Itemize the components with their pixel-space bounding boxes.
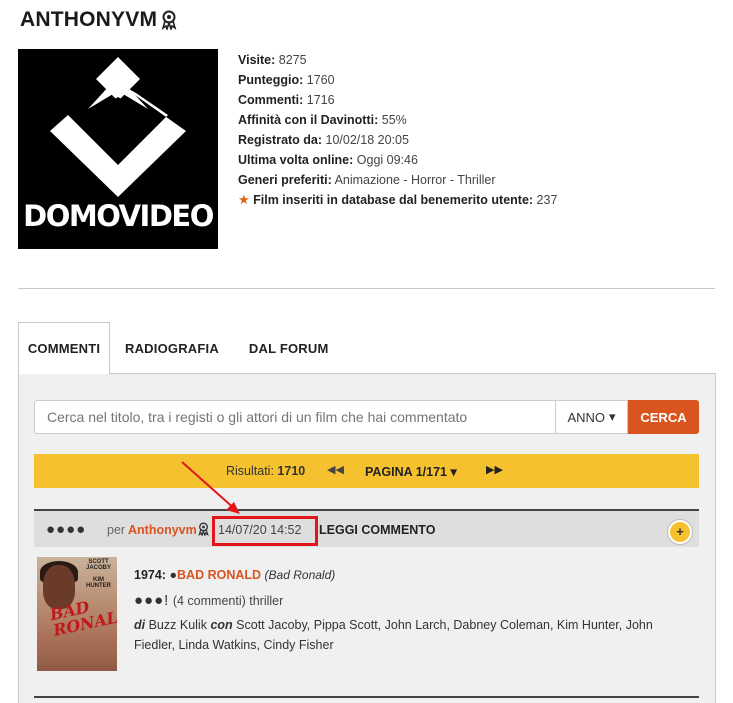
year-dropdown-label: ANNO bbox=[567, 409, 606, 425]
expand-plus-icon[interactable]: + bbox=[668, 520, 692, 544]
star-icon: ★ bbox=[238, 192, 250, 207]
film-poster[interactable]: SCOTT JACOBY KIM HUNTER BAD RONALD bbox=[37, 557, 117, 671]
divider bbox=[18, 288, 715, 289]
prev-page-icon[interactable]: ◀◀ bbox=[327, 463, 344, 476]
stat-ultima-online: Ultima volta online: Oggi 09:46 bbox=[238, 153, 418, 167]
profile-info: Visite: 8275 Punteggio: 1760 Commenti: 1… bbox=[238, 50, 557, 210]
film-title-link[interactable]: BAD RONALD bbox=[177, 568, 261, 582]
year-dropdown[interactable]: ANNO ▾ bbox=[555, 400, 628, 434]
film-meta-row: ●●●! (4 commenti) thriller bbox=[134, 591, 694, 611]
stat-registrato: Registrato da: 10/02/18 20:05 bbox=[238, 133, 409, 147]
film-title-row: 1974: ●BAD RONALD (Bad Ronald) bbox=[134, 565, 694, 585]
film-original-title: (Bad Ronald) bbox=[264, 568, 336, 582]
tab-connector bbox=[19, 372, 109, 374]
stat-affinita: Affinità con il Davinotti: 55% bbox=[238, 113, 407, 127]
stat-punteggio: Punteggio: 1760 bbox=[238, 73, 335, 87]
poster-credits: SCOTT JACOBY KIM HUNTER bbox=[85, 559, 111, 589]
stat-visite: Visite: 8275 bbox=[238, 53, 307, 67]
tab-dal-forum[interactable]: DAL FORUM bbox=[234, 322, 344, 374]
search-input[interactable] bbox=[34, 400, 556, 434]
profile-tabs: COMMENTI RADIOGRAFIA DAL FORUM bbox=[18, 322, 343, 374]
bullet-icon: ● bbox=[169, 568, 178, 582]
logo-text: DOMOVIDEO bbox=[23, 199, 214, 233]
stat-generi: Generi preferiti: Animazione - Horror - … bbox=[238, 173, 496, 187]
search-button[interactable]: CERCA bbox=[628, 400, 699, 434]
read-comment-link[interactable]: LEGGI COMMENTO bbox=[319, 523, 435, 537]
profile-title: ANTHONYVM bbox=[20, 8, 177, 32]
film-year: 1974: bbox=[134, 568, 166, 582]
film-credits: di Buzz Kulik con Scott Jacoby, Pippa Sc… bbox=[134, 618, 653, 652]
stat-film-inseriti: ★ Film inseriti in database dal benemeri… bbox=[238, 192, 558, 207]
film-comments-info: (4 commenti) thriller bbox=[172, 594, 284, 608]
film-rating: ●●●! bbox=[134, 592, 170, 609]
comment-rating: ●●●● bbox=[46, 521, 87, 538]
film-info: 1974: ●BAD RONALD (Bad Ronald) ●●●! (4 c… bbox=[134, 565, 694, 655]
page-selector[interactable]: PAGINA 1/171 ▾ bbox=[365, 464, 457, 479]
results-count: Risultati: 1710 bbox=[226, 464, 306, 478]
caret-down-icon: ▾ bbox=[609, 409, 616, 424]
film-director: Buzz Kulik bbox=[148, 618, 207, 632]
pagination-bar: Risultati: 1710 ◀◀ PAGINA 1/171 ▾ ▶▶ bbox=[34, 454, 699, 488]
award-ribbon-icon bbox=[161, 10, 177, 30]
domovideo-logo: DOMOVIDEO bbox=[18, 49, 218, 249]
tab-radiografia[interactable]: RADIOGRAFIA bbox=[110, 322, 234, 374]
tab-commenti[interactable]: COMMENTI bbox=[18, 322, 110, 374]
comment-header: ●●●● per Anthonyvm 14/07/20 14:52 LEGGI … bbox=[34, 509, 699, 547]
next-page-icon[interactable]: ▶▶ bbox=[486, 463, 503, 476]
stat-commenti: Commenti: 1716 bbox=[238, 93, 335, 107]
by-label: per bbox=[107, 523, 126, 537]
award-ribbon-icon bbox=[198, 522, 209, 539]
date-highlight-box bbox=[212, 516, 318, 546]
username: ANTHONYVM bbox=[20, 8, 158, 31]
next-comment-divider bbox=[34, 696, 699, 698]
comment-user-link[interactable]: Anthonyvm bbox=[128, 523, 197, 537]
